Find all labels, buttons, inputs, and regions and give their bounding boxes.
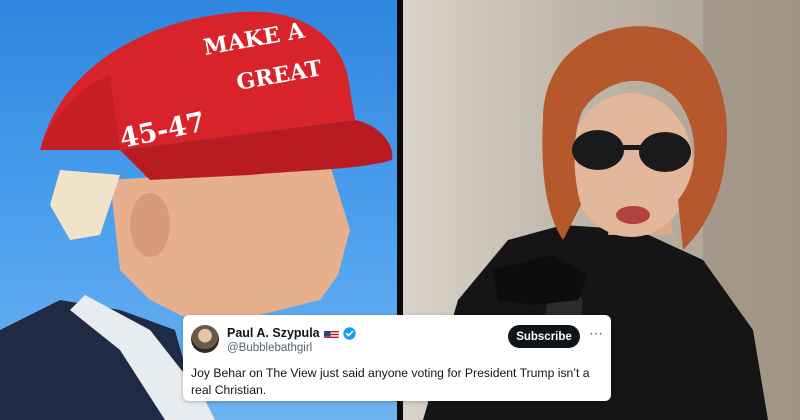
author-handle[interactable]: @Bubblebathgirl: [227, 342, 312, 354]
tweet-author-row: Paul A. Szypula: [227, 325, 356, 341]
us-flag-icon: [323, 328, 339, 338]
avatar[interactable]: [191, 325, 219, 353]
more-options-icon[interactable]: ⋯: [588, 326, 604, 344]
author-name[interactable]: Paul A. Szypula: [227, 326, 320, 340]
tweet-text: Joy Behar on The View just said anyone v…: [191, 366, 590, 397]
ear: [130, 193, 170, 257]
verified-badge-icon: [342, 326, 356, 340]
sunglasses-right: [639, 132, 691, 172]
tweet-card[interactable]: Paul A. Szypula @Bubblebathgirl Subscrib…: [183, 315, 611, 401]
sunglasses-bridge: [621, 145, 643, 150]
hair: [50, 170, 120, 240]
sunglasses-left: [572, 130, 624, 170]
mouth: [616, 206, 650, 224]
subscribe-button[interactable]: Subscribe: [508, 325, 580, 348]
